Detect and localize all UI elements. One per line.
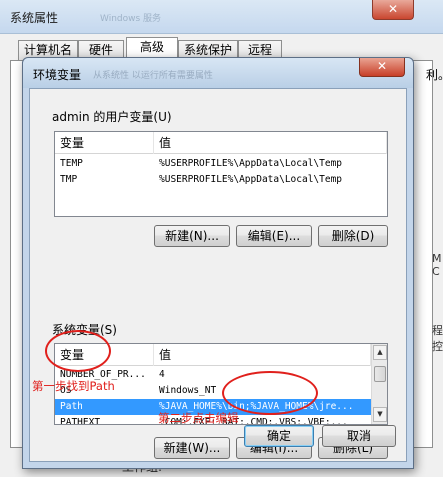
variable-name: PATHEXT	[60, 417, 101, 425]
environment-variables-dialog: 环境变量 从系统性 以运行所有需要属性 ✕ admin 的用户变量(U) 变量 …	[22, 57, 414, 469]
variable-value: %USERPROFILE%\AppData\Local\Temp	[159, 158, 343, 169]
step1-annotation: 第一步找到Path	[32, 379, 115, 393]
vertical-scrollbar[interactable]: ▲ ▼	[371, 344, 387, 424]
dialog-titlebar: 环境变量 从系统性 以运行所有需要属性 ✕	[23, 58, 413, 88]
cancel-button[interactable]: 取消	[322, 425, 396, 447]
variable-name: TMP	[60, 174, 78, 185]
window-title: 系统属性	[10, 11, 59, 25]
scroll-thumb[interactable]	[374, 366, 386, 382]
scroll-up-button[interactable]: ▲	[373, 345, 387, 360]
step2-annotation: 第二步点击编辑	[158, 411, 239, 425]
user-new-button[interactable]: 新建(N)...	[154, 225, 230, 247]
variable-value: 4	[159, 369, 165, 380]
system-properties-titlebar: 系统属性 Windows 服务 ✕	[0, 0, 443, 34]
close-icon: ✕	[376, 59, 388, 73]
column-value[interactable]: 值	[154, 344, 371, 366]
truncated-text: 程控	[432, 324, 443, 353]
user-delete-button[interactable]: 删除(D)	[318, 225, 388, 247]
ok-button[interactable]: 确定	[244, 425, 314, 447]
ghost-title: 从系统性 以运行所有需要属性	[93, 71, 213, 81]
variable-name: Path	[60, 401, 83, 412]
dialog-body: admin 的用户变量(U) 变量 值 TEMP %USERPROFILE%\A…	[29, 88, 407, 462]
system-new-button[interactable]: 新建(W)...	[154, 437, 230, 459]
close-icon: ✕	[387, 2, 399, 16]
user-variables-list[interactable]: 变量 值 TEMP %USERPROFILE%\AppData\Local\Te…	[54, 131, 388, 217]
edit-highlight-circle	[222, 371, 318, 415]
truncated-text: M C	[432, 252, 442, 278]
list-header: 变量 值	[55, 132, 387, 154]
user-variables-label: admin 的用户变量(U)	[52, 110, 172, 124]
path-highlight-circle	[45, 330, 111, 372]
list-item[interactable]: TEMP %USERPROFILE%\AppData\Local\Temp	[55, 156, 387, 172]
user-edit-button[interactable]: 编辑(E)...	[236, 225, 312, 247]
dialog-close-button[interactable]: ✕	[359, 58, 405, 77]
variable-value: %USERPROFILE%\AppData\Local\Temp	[159, 174, 343, 185]
column-value[interactable]: 值	[154, 132, 387, 154]
column-variable[interactable]: 变量	[55, 132, 154, 154]
dialog-title: 环境变量	[33, 68, 82, 82]
list-item[interactable]: TMP %USERPROFILE%\AppData\Local\Temp	[55, 172, 387, 188]
variable-value: Windows_NT	[159, 385, 217, 396]
close-button[interactable]: ✕	[372, 0, 414, 20]
variable-name: TEMP	[60, 158, 83, 169]
scroll-down-button[interactable]: ▼	[373, 407, 387, 422]
ghost-title: Windows 服务	[100, 14, 162, 24]
truncated-text: 利。	[426, 68, 443, 82]
